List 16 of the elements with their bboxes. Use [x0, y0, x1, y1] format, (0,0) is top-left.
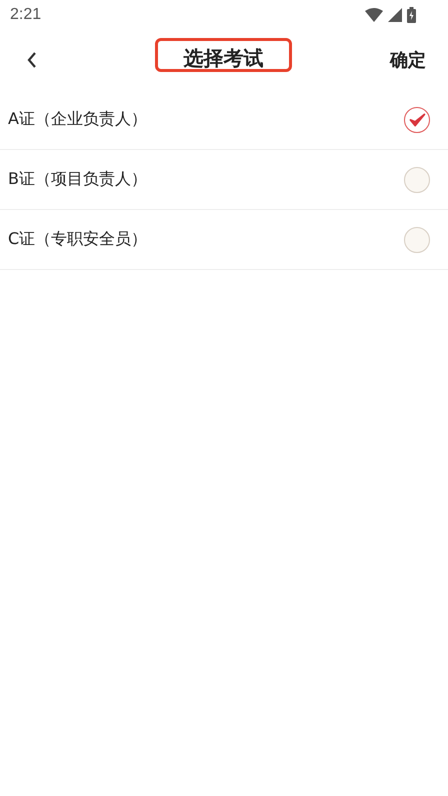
page-title: 选择考试 — [184, 44, 264, 72]
confirm-button[interactable]: 确定 — [386, 44, 430, 76]
option-label: B证（项目负责人） — [8, 169, 147, 190]
back-icon — [26, 51, 38, 69]
radio-button[interactable] — [404, 166, 430, 192]
exam-option[interactable]: C证（专职安全员） — [0, 210, 448, 270]
option-label: C证（专职安全员） — [8, 229, 148, 250]
signal-icon — [388, 8, 402, 22]
radio-button[interactable] — [404, 106, 430, 132]
battery-icon — [407, 7, 416, 23]
wifi-icon — [365, 8, 383, 22]
exam-option[interactable]: A证（企业负责人） — [0, 90, 448, 150]
status-time: 2:21 — [10, 6, 42, 24]
exam-option[interactable]: B证（项目负责人） — [0, 150, 448, 210]
radio-button[interactable] — [404, 226, 430, 252]
option-label: A证（企业负责人） — [8, 109, 147, 130]
